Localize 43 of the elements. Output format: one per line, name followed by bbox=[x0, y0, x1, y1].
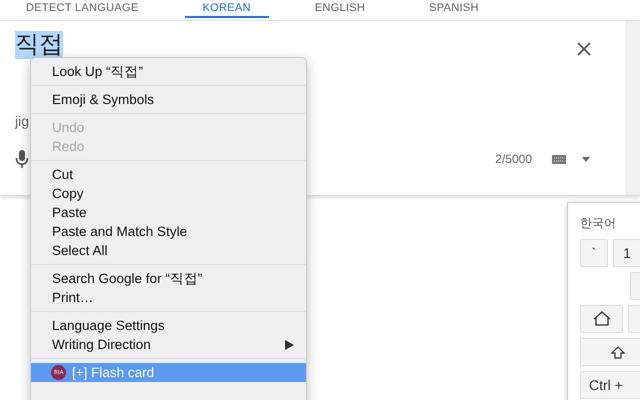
menu-item[interactable]: Emoji & Symbols bbox=[31, 90, 306, 109]
menu-item-label: Cut bbox=[52, 167, 74, 182]
character-count: 2/5000 bbox=[495, 152, 532, 166]
menu-item[interactable]: Cut bbox=[31, 165, 306, 184]
language-tab[interactable]: KOREAN bbox=[184, 0, 269, 18]
menu-item[interactable]: Copy bbox=[31, 184, 306, 203]
menu-item[interactable]: Select All bbox=[31, 241, 306, 260]
microphone-icon[interactable] bbox=[15, 149, 29, 169]
menu-item-label: Look Up “직접” bbox=[52, 62, 144, 80]
menu-item-label: Select All bbox=[52, 243, 108, 258]
caret-icon[interactable] bbox=[582, 156, 590, 162]
keyboard-title: 한국어 bbox=[580, 215, 617, 232]
menu-item[interactable]: Search Google for “직접” bbox=[31, 269, 306, 288]
menu-item-label: Writing Direction bbox=[52, 337, 151, 352]
menu-item[interactable]: Print… bbox=[31, 288, 306, 307]
keyboard-icon[interactable] bbox=[552, 154, 566, 164]
language-tab[interactable]: ENGLISH bbox=[296, 0, 384, 18]
language-tab[interactable]: DETECT LANGUAGE bbox=[8, 0, 156, 18]
menu-item-label: Emoji & Symbols bbox=[52, 92, 154, 107]
romanization-text: jig bbox=[15, 113, 30, 129]
menu-item-label: Paste and Match Style bbox=[52, 224, 188, 239]
source-text: 직접 bbox=[15, 31, 63, 59]
menu-item[interactable]: Paste and Match Style bbox=[31, 222, 306, 241]
menu-item[interactable]: Look Up “직접” bbox=[31, 62, 306, 81]
menu-item-label: Paste bbox=[52, 205, 87, 220]
menu-item-label: Redo bbox=[52, 139, 84, 154]
keyboard-key[interactable]: 1 bbox=[613, 239, 640, 267]
menu-item-label: [+] Flash card bbox=[72, 365, 154, 380]
shift-key[interactable] bbox=[580, 338, 640, 366]
menu-item[interactable]: Writing Direction bbox=[31, 335, 306, 354]
menu-item[interactable]: Paste bbox=[31, 203, 306, 222]
language-tab[interactable]: SPANISH bbox=[411, 0, 497, 18]
close-icon[interactable] bbox=[576, 41, 592, 57]
shift-icon bbox=[611, 346, 625, 358]
menu-item[interactable]: Language Settings bbox=[31, 316, 306, 335]
keyboard-key[interactable]: Ctrl + bbox=[580, 371, 640, 399]
menu-item-label: Language Settings bbox=[52, 318, 165, 333]
menu-item-label: Copy bbox=[52, 186, 84, 201]
menu-item-label: Search Google for “직접” bbox=[52, 270, 202, 288]
keyboard-key[interactable]: ` bbox=[580, 239, 608, 267]
menu-item-label: Print… bbox=[52, 290, 94, 305]
menu-item-label: Undo bbox=[52, 120, 84, 135]
keyboard-key[interactable] bbox=[580, 305, 623, 333]
